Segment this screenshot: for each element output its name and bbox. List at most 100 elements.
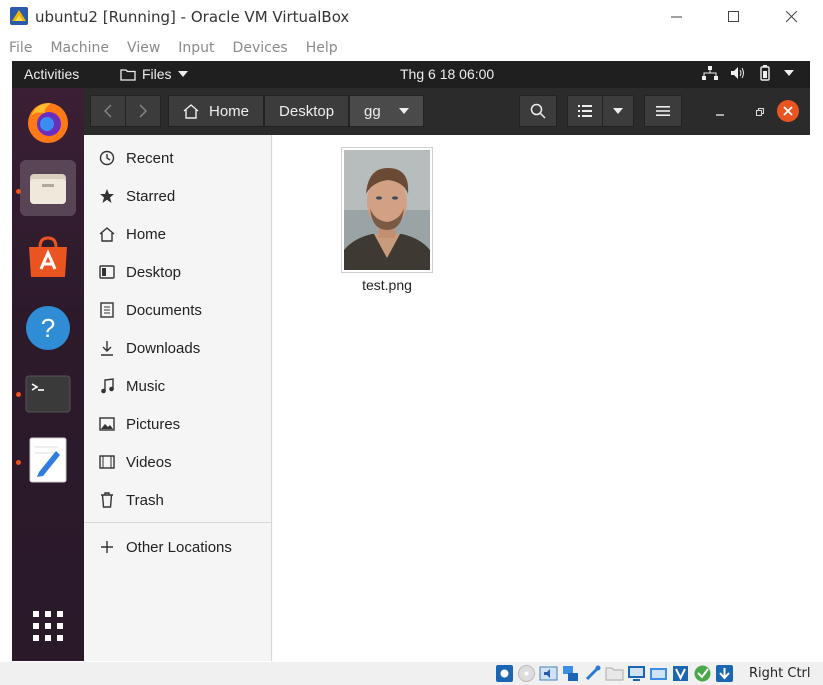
menu-machine[interactable]: Machine (41, 36, 118, 60)
system-menu-caret-icon (784, 70, 794, 76)
breadcrumb-desktop[interactable]: Desktop (264, 95, 350, 127)
usb-icon[interactable] (583, 664, 602, 683)
back-button[interactable] (90, 95, 126, 127)
sidebar-item-label: Recent (126, 149, 174, 167)
sidebar-divider (84, 522, 272, 523)
battery-icon (760, 65, 770, 81)
host-key-label: Right Ctrl (749, 666, 811, 681)
file-item[interactable]: test.png (339, 147, 435, 293)
dock-software[interactable] (20, 230, 76, 286)
menu-help[interactable]: Help (297, 36, 347, 60)
breadcrumb-desktop-label: Desktop (279, 102, 335, 120)
guest-additions-icon[interactable] (693, 664, 712, 683)
main-menu-button[interactable] (644, 95, 682, 127)
files-close-button[interactable] (777, 100, 799, 122)
vm-screen: Activities Files Thg 6 18 06:00 ? Home D… (12, 61, 810, 661)
volume-icon (731, 67, 744, 79)
home-icon (183, 103, 199, 119)
sidebar-item-label: Home (126, 225, 167, 243)
sidebar-item-other-locations[interactable]: Other Locations (84, 528, 272, 566)
host-title-bar: ubuntu2 [Running] - Oracle VM VirtualBox (0, 0, 823, 34)
menu-file[interactable]: File (0, 36, 41, 60)
cpu-icon[interactable] (671, 664, 690, 683)
display-icon[interactable] (627, 664, 646, 683)
shared-folders-icon[interactable] (605, 664, 624, 683)
sidebar-item-label: Pictures (126, 415, 181, 433)
firefox-icon (28, 103, 68, 143)
dock-help[interactable]: ? (20, 300, 76, 356)
menu-input[interactable]: Input (169, 36, 223, 60)
maximize-button[interactable] (705, 0, 763, 34)
hamburger-menu-icon (656, 106, 670, 116)
dock-text-editor[interactable] (20, 432, 76, 488)
show-applications-button[interactable] (20, 598, 76, 654)
files-minimize-button[interactable] (710, 102, 730, 122)
file-name: test.png (362, 277, 412, 293)
close-button[interactable] (763, 0, 821, 34)
app-menu[interactable]: Files (120, 66, 188, 82)
sidebar-item-starred[interactable]: Starred (84, 177, 272, 215)
sidebar-item-label: Other Locations (126, 538, 232, 556)
network-icon (702, 66, 718, 80)
search-button[interactable] (519, 95, 557, 127)
running-indicator (16, 460, 21, 465)
document-icon (97, 302, 117, 318)
optical-drive-icon[interactable] (517, 664, 536, 683)
video-capture-icon[interactable] (649, 664, 668, 683)
sidebar-item-home[interactable]: Home (84, 215, 272, 253)
picture-icon (97, 417, 117, 431)
view-list-button[interactable] (567, 95, 603, 127)
dock-files[interactable] (20, 160, 76, 216)
download-icon (97, 340, 117, 356)
sidebar-item-music[interactable]: Music (84, 367, 272, 405)
minimize-button[interactable] (648, 0, 706, 34)
system-tray[interactable] (702, 65, 794, 81)
sidebar-item-label: Documents (126, 301, 202, 319)
breadcrumb-gg[interactable]: gg (349, 95, 424, 127)
sidebar-item-desktop[interactable]: Desktop (84, 253, 272, 291)
sidebar-item-label: Downloads (126, 339, 201, 357)
host-menu-bar: File Machine View Input Devices Help (0, 36, 347, 60)
software-store-icon (29, 236, 67, 277)
dock-terminal[interactable] (20, 366, 76, 422)
window-title: ubuntu2 [Running] - Oracle VM VirtualBox (35, 8, 350, 26)
portrait-photo-image (344, 150, 430, 270)
running-indicator (16, 189, 21, 194)
host-key-arrow-icon[interactable] (715, 664, 734, 683)
minimize-icon (716, 114, 724, 116)
star-icon (97, 188, 117, 204)
files-header-bar: Home Desktop gg (84, 88, 810, 135)
file-thumbnail (341, 147, 433, 273)
network-adapter-icon[interactable] (561, 664, 580, 683)
hard-disk-icon[interactable] (495, 664, 514, 683)
ubuntu-dock: ? (12, 88, 84, 661)
sidebar-item-videos[interactable]: Videos (84, 443, 272, 481)
chevron-down-icon (613, 108, 623, 114)
sidebar-item-pictures[interactable]: Pictures (84, 405, 272, 443)
sidebar-item-documents[interactable]: Documents (84, 291, 272, 329)
breadcrumb-home[interactable]: Home (168, 95, 265, 127)
clock[interactable]: Thg 6 18 06:00 (400, 66, 494, 82)
activities-button[interactable]: Activities (24, 66, 79, 82)
forward-button[interactable] (125, 95, 161, 127)
sidebar-item-label: Trash (126, 491, 164, 509)
sidebar-item-label: Desktop (126, 263, 182, 281)
folder-icon (120, 68, 136, 81)
menu-devices[interactable]: Devices (224, 36, 297, 60)
search-icon (530, 103, 546, 119)
menu-view[interactable]: View (118, 36, 169, 60)
text-editor-icon (29, 437, 67, 483)
sidebar-item-recent[interactable]: Recent (84, 139, 272, 177)
files-restore-button[interactable] (750, 102, 770, 122)
virtualbox-logo-icon (10, 7, 28, 25)
sidebar-item-trash[interactable]: Trash (84, 481, 272, 519)
dock-firefox[interactable] (20, 94, 76, 150)
files-app-icon (30, 174, 66, 204)
plus-icon (97, 540, 117, 554)
desktop-icon (97, 265, 117, 279)
maximize-icon (728, 11, 739, 22)
view-options-button[interactable] (602, 95, 634, 127)
sidebar-item-downloads[interactable]: Downloads (84, 329, 272, 367)
file-view[interactable]: test.png (273, 135, 810, 661)
audio-icon[interactable] (539, 664, 558, 683)
